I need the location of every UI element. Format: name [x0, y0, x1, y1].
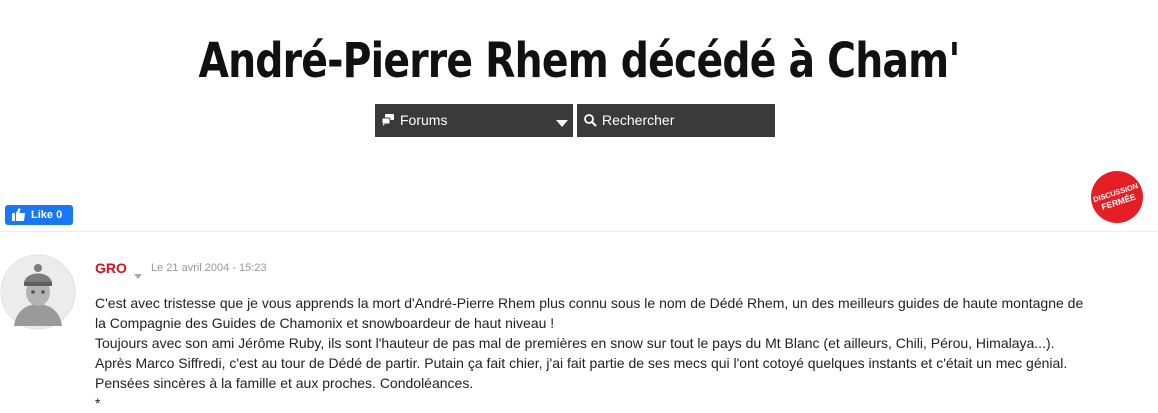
search-label: Rechercher: [602, 112, 675, 128]
chevron-down-icon: [556, 115, 568, 131]
post-body: C'est avec tristesse que je vous apprend…: [95, 293, 1145, 413]
search-button[interactable]: Rechercher: [577, 104, 775, 137]
avatar[interactable]: [0, 254, 76, 330]
like-count: Like 0: [31, 209, 63, 221]
thumbs-up-icon: [12, 208, 26, 224]
forums-dropdown[interactable]: Forums: [375, 104, 573, 137]
status-badge: DISCUSSION FERMÉE: [1091, 171, 1143, 223]
post-line: C'est avec tristesse que je vous apprend…: [95, 295, 1084, 311]
post-line: Toujours avec son ami Jérôme Ruby, ils s…: [95, 335, 1055, 351]
chat-bubbles-icon: [381, 113, 395, 130]
chevron-down-icon[interactable]: [134, 266, 142, 284]
page-title: André-Pierre Rhem décédé à Cham': [198, 33, 960, 89]
divider: [0, 231, 1158, 232]
forums-label: Forums: [400, 112, 448, 128]
post-author[interactable]: GRO: [95, 260, 127, 276]
magnifier-icon: [583, 113, 597, 130]
post-line: *: [95, 395, 101, 411]
post-line: Après Marco Siffredi, c'est au tour de D…: [95, 355, 1068, 371]
post-date: Le 21 avril 2004 - 15:23: [151, 262, 267, 274]
like-button[interactable]: Like 0: [5, 205, 73, 225]
post-line: Pensées sincères à la famille et aux pro…: [95, 375, 474, 391]
post-line: la Compagnie des Guides de Chamonix et s…: [95, 315, 555, 331]
